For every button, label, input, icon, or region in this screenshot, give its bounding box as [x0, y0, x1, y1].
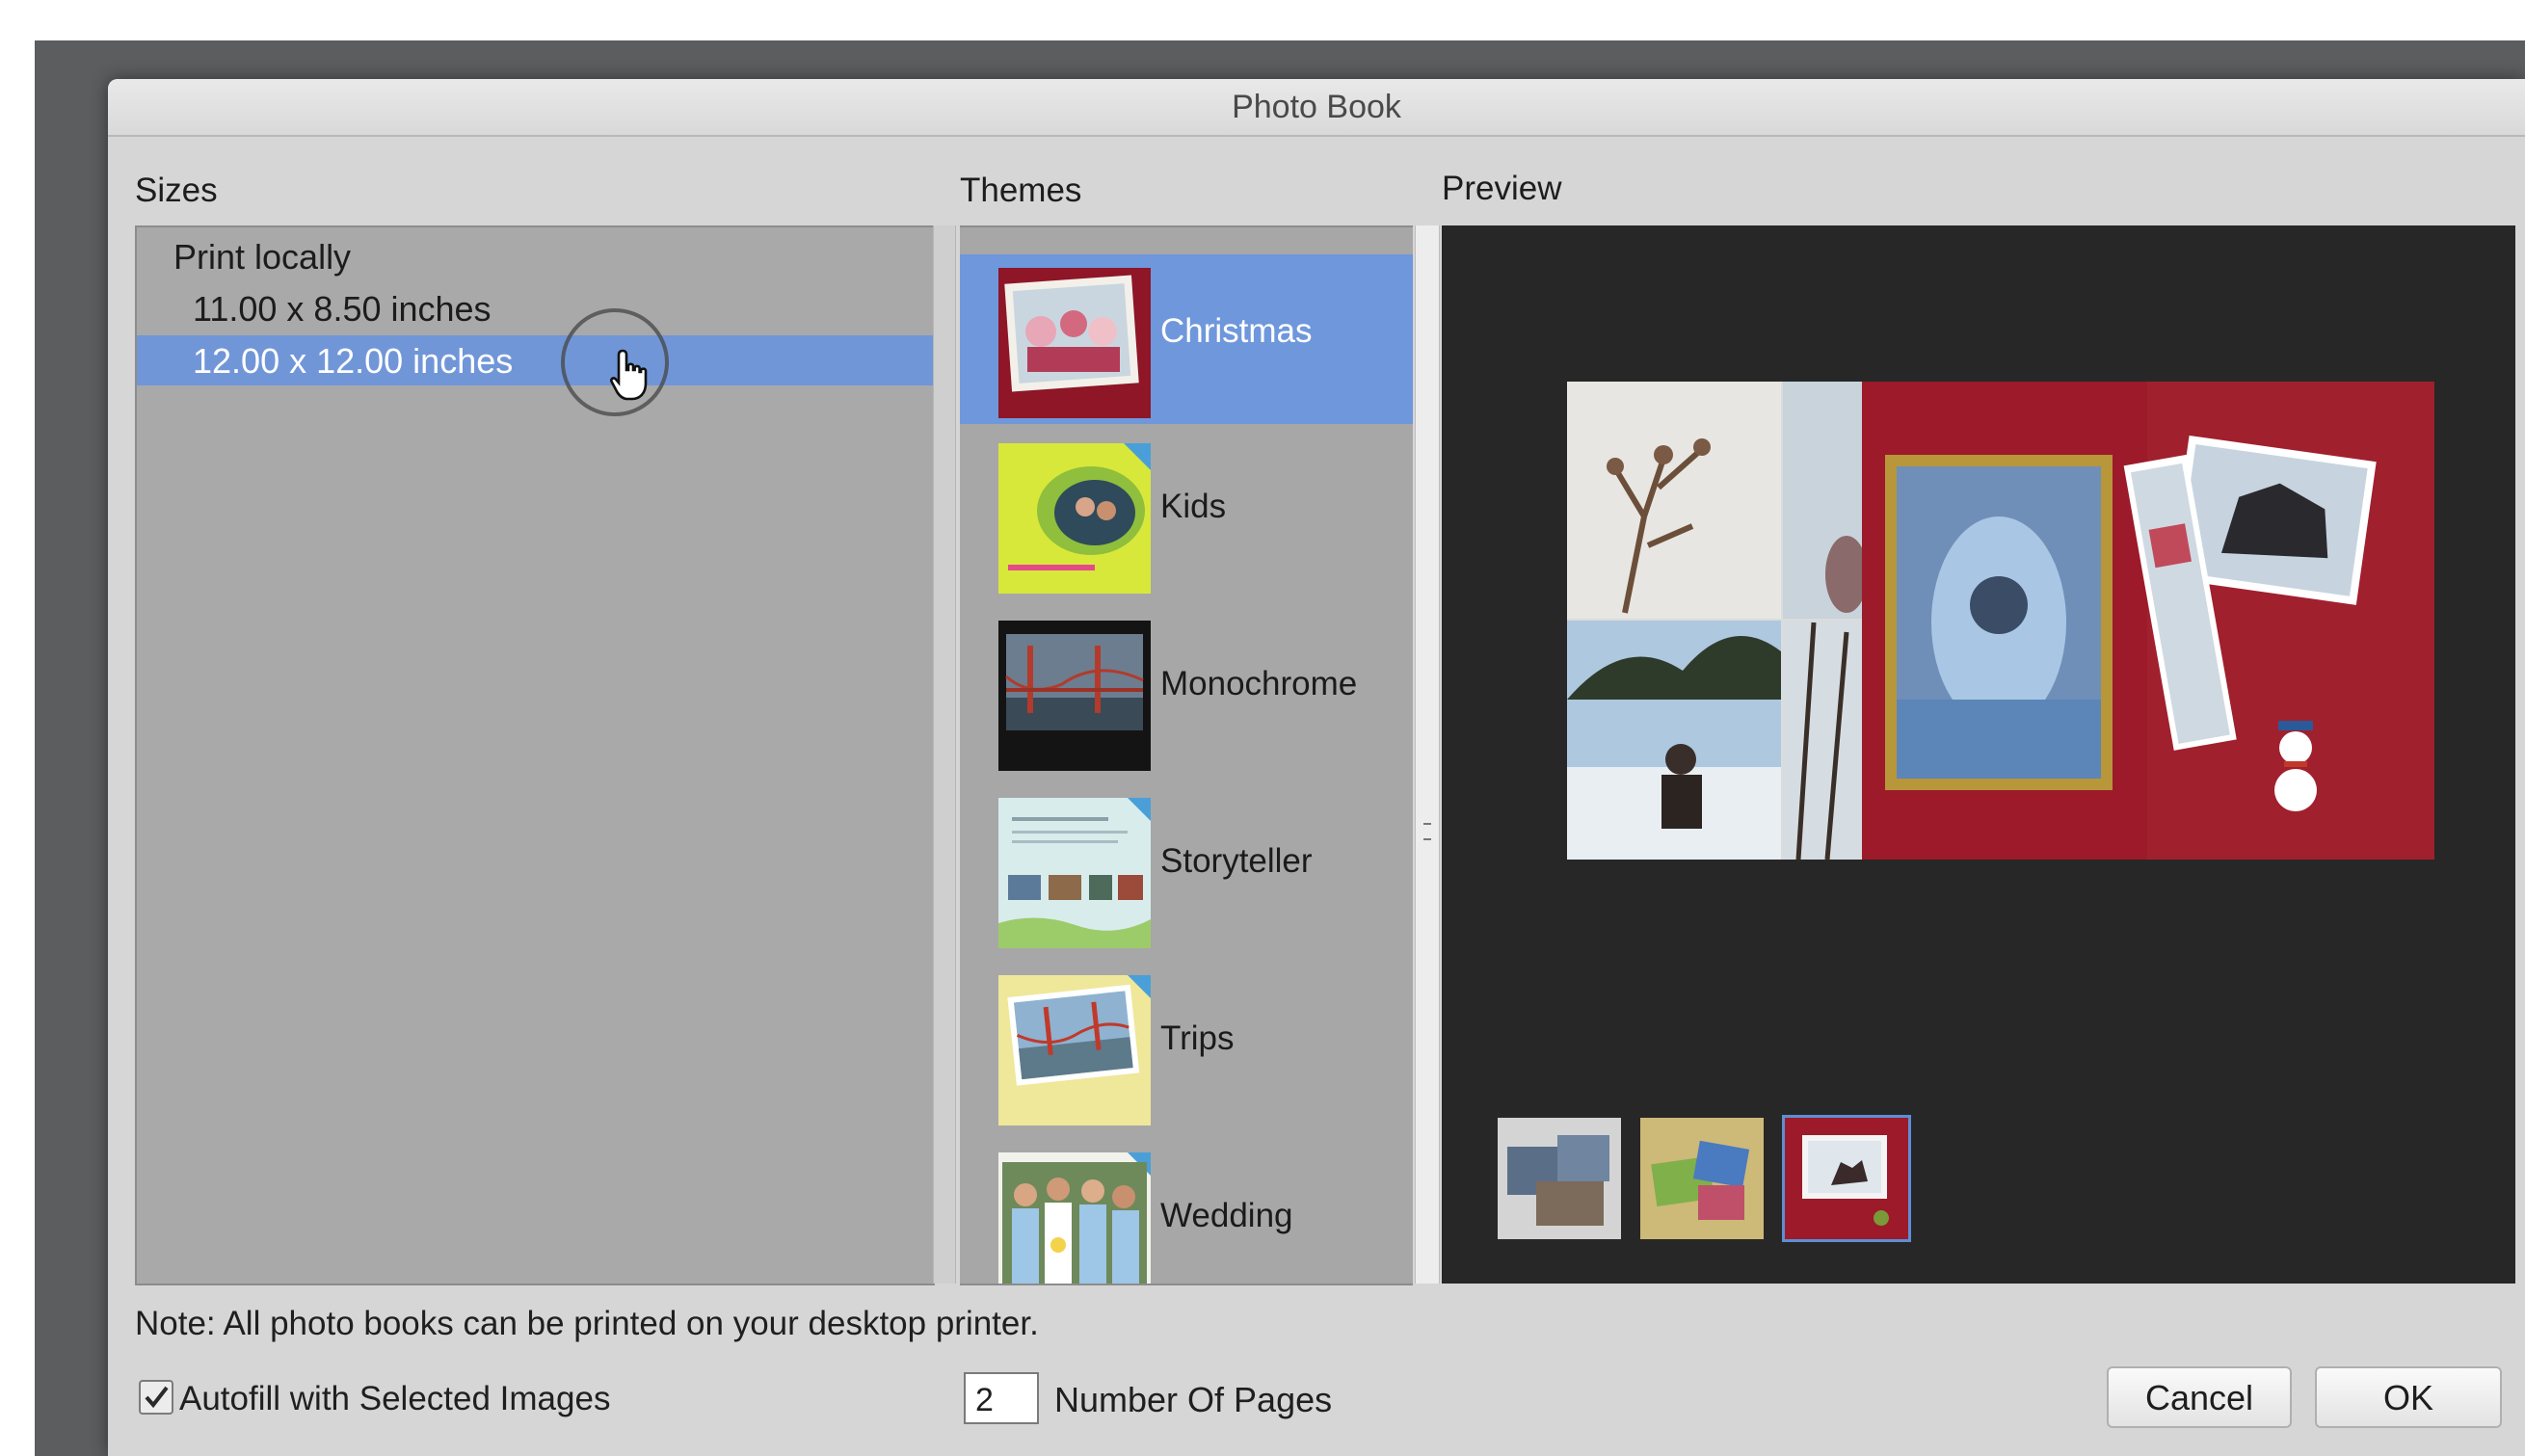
theme-item-monochrome[interactable]: Monochrome: [960, 607, 1413, 777]
cancel-button[interactable]: Cancel: [2107, 1366, 2292, 1428]
checkmark-icon: [145, 1386, 169, 1409]
autofill-label[interactable]: Autofill with Selected Images: [179, 1380, 610, 1418]
theme-item-kids[interactable]: Kids: [960, 430, 1413, 599]
number-of-pages-label: Number Of Pages: [1054, 1380, 1333, 1419]
theme-item-storyteller[interactable]: Storyteller: [960, 784, 1413, 954]
sizes-heading: Sizes: [135, 172, 218, 209]
photo-book-dialog: Photo Book Sizes Themes Preview Print lo…: [108, 79, 2525, 1456]
theme-label-christmas: Christmas: [1160, 312, 1313, 350]
trips-theme-thumbnail: [998, 975, 1151, 1125]
ok-button[interactable]: OK: [2315, 1366, 2502, 1428]
theme-item-trips[interactable]: Trips: [960, 962, 1413, 1131]
page-thumbnail-2[interactable]: [1640, 1118, 1764, 1239]
size-group-print-locally: Print locally: [173, 237, 352, 277]
themes-scrollbar[interactable]: [1415, 225, 1440, 1284]
scrollbar-grip-icon: [1423, 823, 1431, 840]
photo-book-spread-preview: [1567, 382, 2434, 860]
monochrome-theme-thumbnail: [998, 621, 1151, 771]
theme-label-kids: Kids: [1160, 488, 1227, 525]
theme-item-christmas[interactable]: Christmas: [960, 254, 1413, 424]
size-option-12x12[interactable]: 12.00 x 12.00 inches: [193, 341, 513, 382]
page-thumbnail-1[interactable]: [1498, 1118, 1621, 1239]
page-thumbnail-3[interactable]: [1782, 1115, 1911, 1242]
theme-label-wedding: Wedding: [1160, 1197, 1293, 1234]
themes-heading: Themes: [960, 172, 1082, 209]
size-option-selected-row[interactable]: 12.00 x 12.00 inches: [137, 335, 933, 385]
sizes-scrollbar[interactable]: [933, 225, 956, 1284]
theme-item-wedding[interactable]: Wedding: [960, 1139, 1413, 1284]
wedding-theme-thumbnail: [998, 1152, 1151, 1284]
storyteller-theme-thumbnail: [998, 798, 1151, 948]
number-of-pages-input[interactable]: 2: [964, 1372, 1039, 1424]
autofill-checkbox[interactable]: [139, 1380, 173, 1415]
sizes-list[interactable]: Print locally 11.00 x 8.50 inches 12.00 …: [135, 225, 935, 1285]
preview-heading: Preview: [1442, 170, 1562, 207]
themes-list[interactable]: Christmas Kids Monochrome Storyteller Tr…: [960, 225, 1413, 1285]
size-option-11x8-5[interactable]: 11.00 x 8.50 inches: [193, 289, 492, 330]
printing-note: Note: All photo books can be printed on …: [135, 1305, 1039, 1342]
theme-label-monochrome: Monochrome: [1160, 665, 1358, 702]
kids-theme-thumbnail: [998, 443, 1151, 594]
preview-area: [1442, 225, 2515, 1284]
dialog-title: Photo Book: [108, 79, 2525, 137]
theme-label-trips: Trips: [1160, 1019, 1235, 1057]
hand-pointer-cursor-icon: [609, 349, 648, 401]
theme-label-storyteller: Storyteller: [1160, 842, 1313, 880]
christmas-theme-thumbnail: [998, 268, 1151, 418]
